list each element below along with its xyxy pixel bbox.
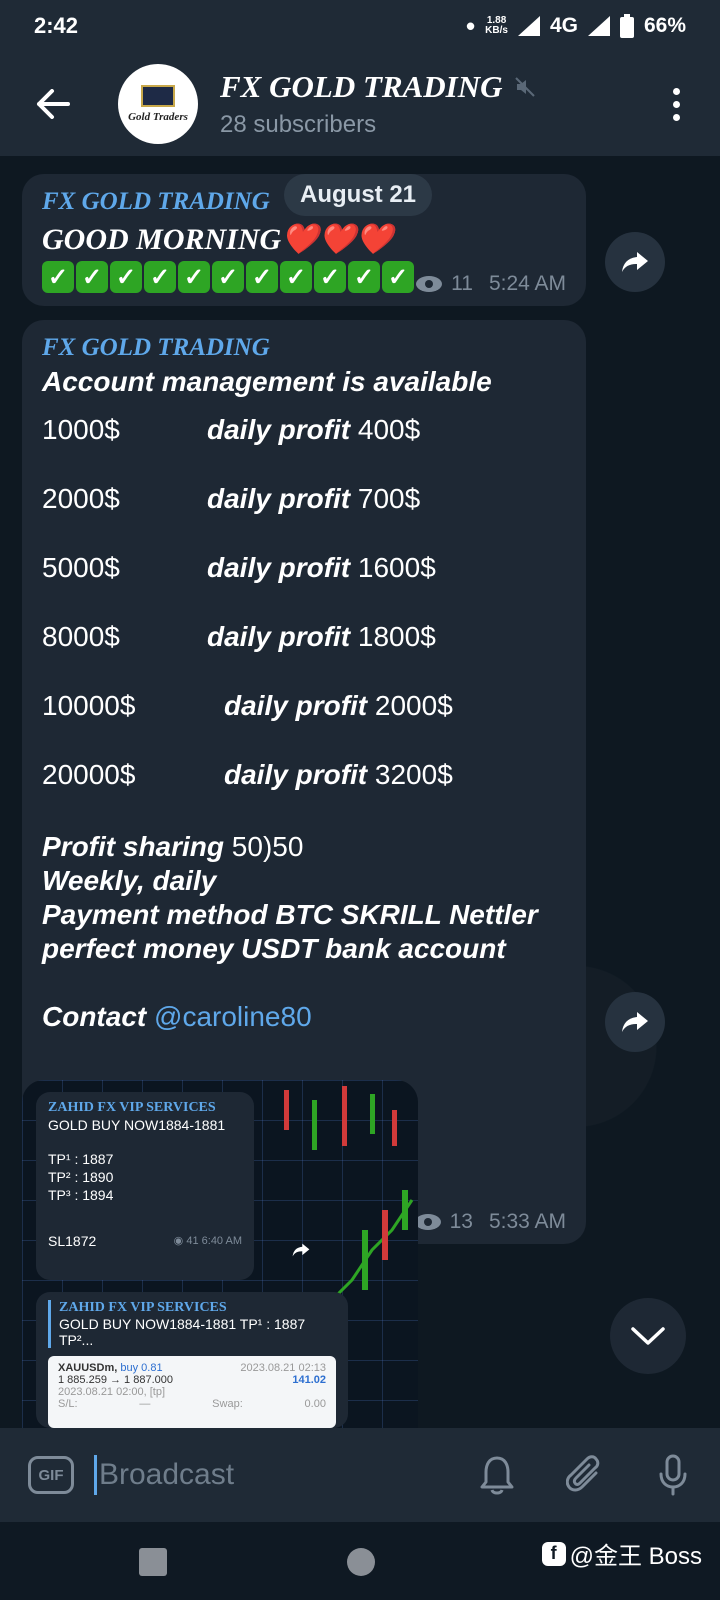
check-emoji: ✓ — [76, 261, 108, 293]
daily-profit-value: 1600$ — [357, 552, 436, 583]
daily-profit-label: daily profit — [224, 759, 368, 790]
broadcast-input[interactable]: Broadcast — [94, 1455, 472, 1495]
attach-button[interactable] — [560, 1450, 610, 1500]
check-emoji: ✓ — [178, 261, 210, 293]
hearts-emoji: ❤️❤️❤️ — [281, 223, 394, 256]
daily-profit-label: daily profit — [224, 690, 368, 721]
forward-button[interactable] — [605, 232, 665, 292]
back-button[interactable] — [28, 79, 78, 129]
check-emoji: ✓ — [212, 261, 244, 293]
more-options-button[interactable] — [656, 74, 696, 134]
signal-icon — [517, 16, 540, 36]
frequency-text: Weekly, daily — [42, 865, 217, 896]
composer-bar: GIF Broadcast — [0, 1428, 720, 1522]
views-icon — [416, 276, 443, 292]
watermark: f @金王 Boss — [541, 1536, 702, 1571]
forwarded-signal-card: ZAHID FX VIP SERVICES GOLD BUY NOW1884-1… — [36, 1092, 254, 1280]
dot-icon: • — [466, 10, 476, 41]
message-time: 5:33 AM — [488, 1210, 566, 1233]
deposit-amount: 8000$ — [42, 621, 120, 652]
chevron-down-icon — [631, 1327, 665, 1345]
status-bar: 2:42 • 1.88 KB/s 4G 66% — [0, 0, 720, 52]
channel-info[interactable]: FX GOLD TRADING 28 subscribers — [220, 69, 656, 139]
payment-line-1: Payment method BTC SKRILL Nettler — [42, 899, 538, 930]
check-emoji: ✓ — [110, 261, 142, 293]
check-emoji: ✓ — [314, 261, 346, 293]
muted-icon — [515, 77, 536, 97]
view-count: 13 — [449, 1210, 473, 1233]
app-logo-icon: f — [541, 1541, 566, 1566]
voice-record-button[interactable] — [648, 1450, 698, 1500]
system-nav-bar: f @金王 Boss — [0, 1522, 720, 1600]
profit-row: 10000$ daily profit 2000$ — [42, 674, 566, 743]
scroll-down-button[interactable] — [610, 1298, 686, 1374]
check-emoji: ✓ — [144, 261, 176, 293]
profit-row: 1000$ daily profit 400$ — [42, 398, 566, 467]
profit-row: 20000$ daily profit 3200$ — [42, 743, 566, 812]
daily-profit-label: daily profit — [207, 552, 351, 583]
channel-avatar[interactable]: Gold Traders — [118, 64, 198, 144]
message-time: 5:24 AM — [488, 272, 566, 295]
arrow-left-icon — [37, 89, 70, 119]
profit-table: 1000$ daily profit 400$ 2000$ daily profit … — [42, 398, 566, 812]
daily-profit-label: daily profit — [207, 483, 351, 514]
network-type: 4G — [549, 14, 578, 37]
microphone-icon — [659, 1454, 687, 1496]
battery-icon — [619, 14, 634, 38]
check-emoji: ✓ — [348, 261, 380, 293]
daily-profit-value: 400$ — [357, 414, 421, 445]
daily-profit-label: daily profit — [207, 621, 351, 652]
subscriber-count: 28 subscribers — [220, 111, 377, 138]
forward-button[interactable] — [605, 992, 665, 1052]
status-time: 2:42 — [34, 13, 79, 38]
contact-label: Contact — [42, 1001, 147, 1032]
text-caret — [94, 1455, 97, 1495]
deposit-amount: 20000$ — [42, 759, 136, 790]
forward-icon — [622, 1012, 648, 1032]
profit-row: 8000$ daily profit 1800$ — [42, 605, 566, 674]
chat-header: Gold Traders FX GOLD TRADING 28 subscrib… — [0, 52, 720, 156]
channel-title: FX GOLD TRADING — [220, 69, 503, 104]
paperclip-icon — [566, 1455, 600, 1492]
forwarded-trade-card: ZAHID FX VIP SERVICES GOLD BUY NOW1884-1… — [36, 1292, 348, 1428]
battery-level: 66% — [643, 14, 686, 37]
recents-button[interactable] — [139, 1548, 167, 1576]
date-header: August 21 — [284, 174, 433, 216]
sharing-value: 50)50 — [231, 831, 304, 862]
profit-row: 5000$ daily profit 1600$ — [42, 536, 566, 605]
daily-profit-label: daily profit — [207, 414, 351, 445]
forward-icon — [292, 1243, 310, 1257]
logo-icon — [141, 85, 175, 107]
deposit-amount: 10000$ — [42, 690, 136, 721]
view-count: 11 — [451, 272, 473, 295]
daily-profit-value: 3200$ — [374, 759, 453, 790]
gif-button[interactable]: GIF — [28, 1456, 74, 1494]
daily-profit-value: 700$ — [357, 483, 421, 514]
deposit-amount: 5000$ — [42, 552, 120, 583]
notification-button[interactable] — [472, 1450, 522, 1500]
deposit-amount: 2000$ — [42, 483, 120, 514]
daily-profit-value: 1800$ — [357, 621, 436, 652]
broadcast-placeholder: Broadcast — [99, 1458, 235, 1491]
check-emoji: ✓ — [246, 261, 278, 293]
signal-icon-2 — [587, 16, 610, 36]
forward-icon — [622, 252, 648, 272]
payment-line-2: perfect money USDT bank account — [42, 933, 506, 964]
contact-link[interactable]: @caroline80 — [154, 1001, 312, 1032]
photo-message[interactable]: ZAHID FX VIP SERVICES GOLD BUY NOW1884-1… — [22, 1080, 418, 1428]
profit-row: 2000$ daily profit 700$ — [42, 467, 566, 536]
home-button[interactable] — [347, 1548, 375, 1576]
check-emoji: ✓ — [42, 261, 74, 293]
message-list[interactable]: FX GOLD TRADING GOOD MORNING❤️❤️❤️ ✓ ✓ ✓ ✓ ✓… — [0, 156, 720, 1428]
message-sender: FX GOLD TRADING — [42, 334, 270, 361]
message-headline: Account management is available — [42, 366, 492, 397]
check-emoji: ✓ — [382, 261, 414, 293]
bell-icon — [480, 1456, 514, 1495]
deposit-amount: 1000$ — [42, 414, 120, 445]
network-speed: 1.88 KB/s — [485, 15, 508, 36]
message-text: GOOD MORNING — [42, 223, 282, 256]
daily-profit-value: 2000$ — [374, 690, 453, 721]
sharing-label: Profit sharing — [42, 831, 225, 862]
check-emoji: ✓ — [280, 261, 312, 293]
